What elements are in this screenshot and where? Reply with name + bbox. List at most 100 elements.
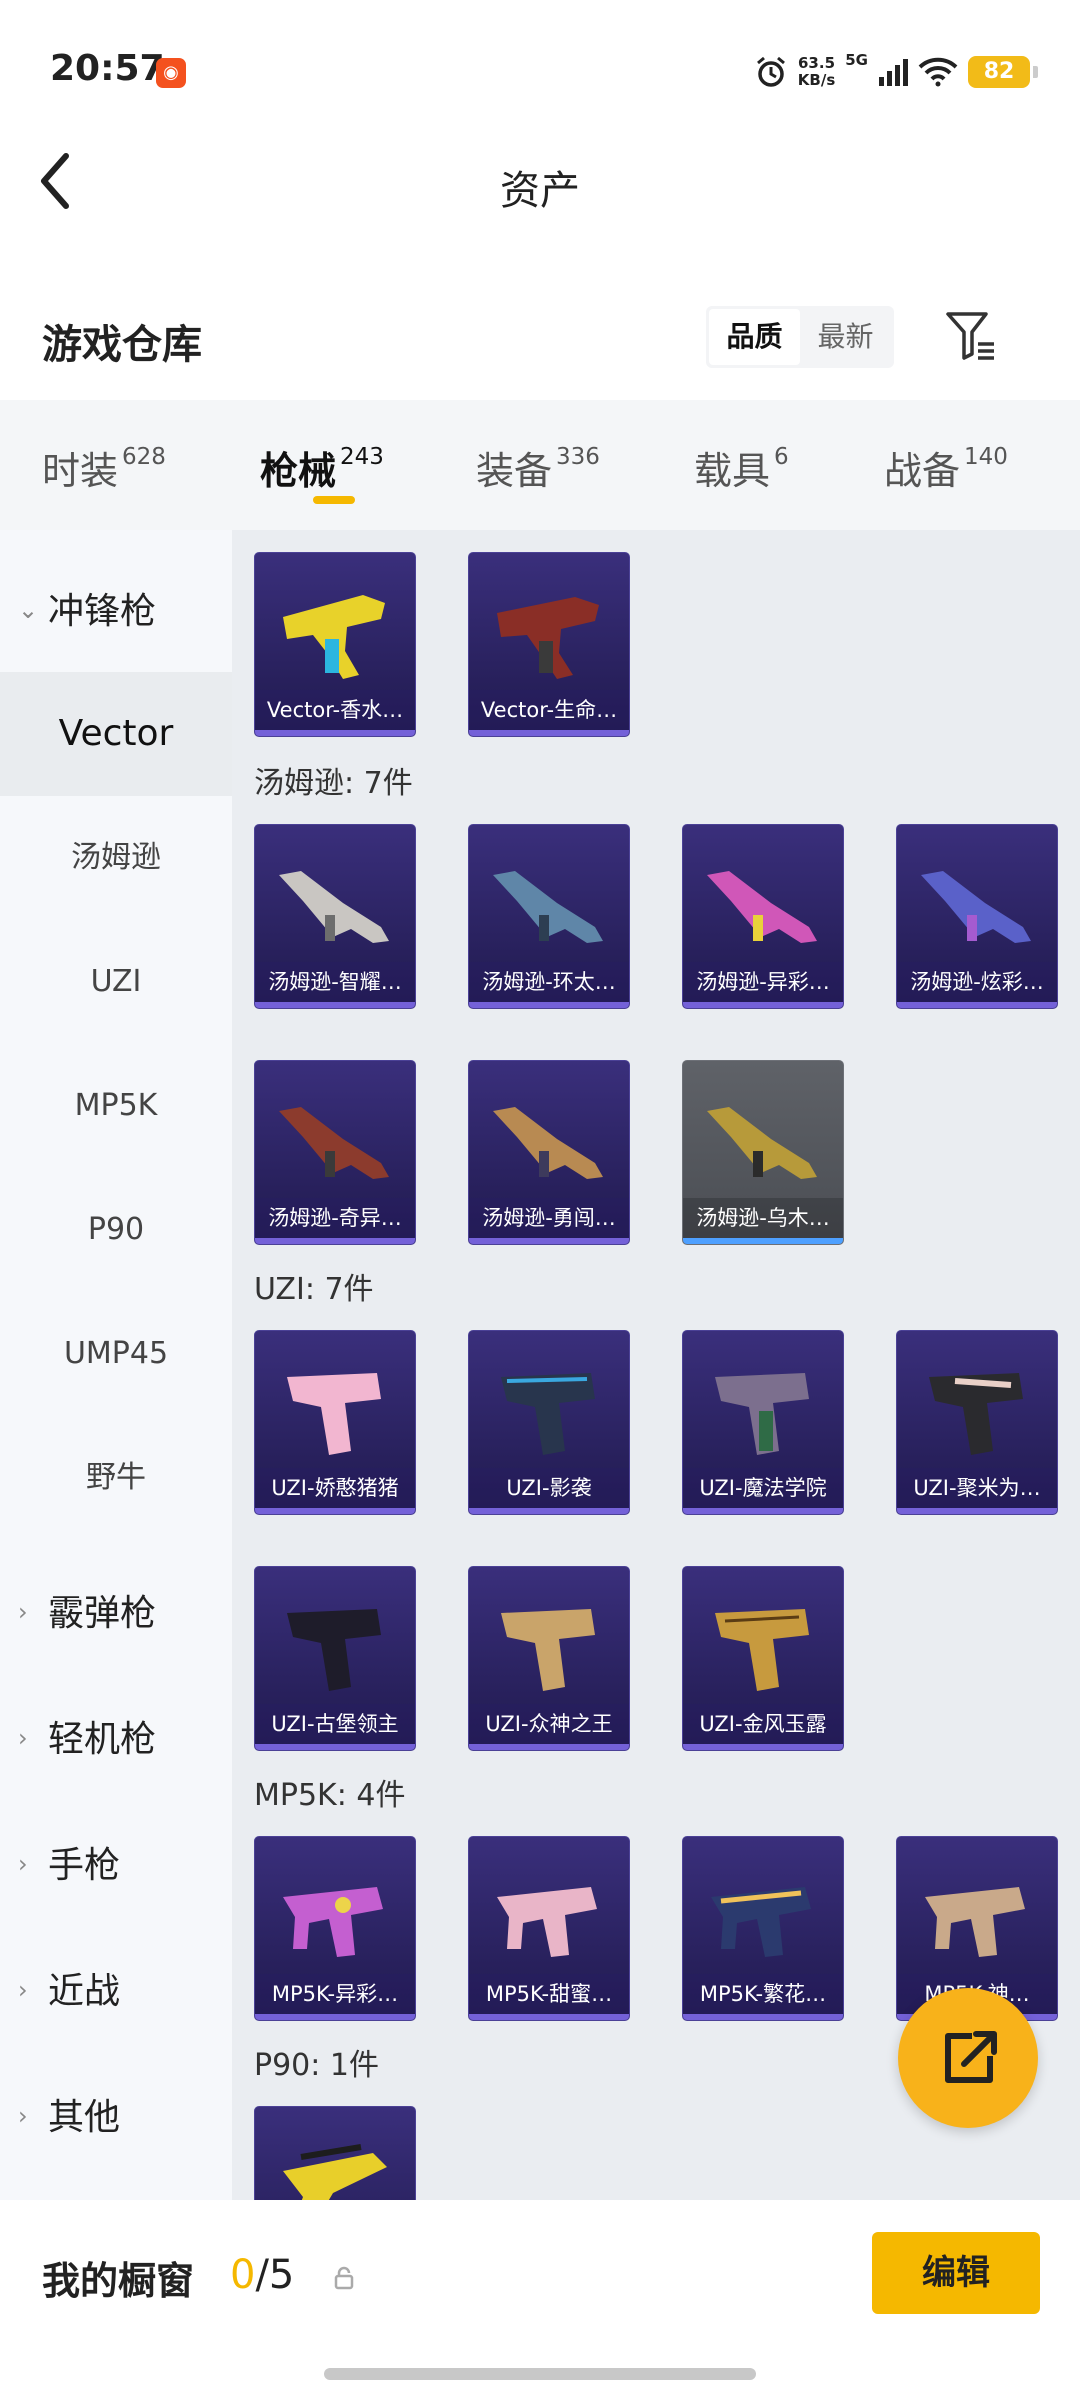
tab-label: 战备: [884, 449, 961, 493]
sidebar-group-label: 近战: [48, 1971, 121, 2012]
gun-image: [283, 595, 385, 679]
tab-active-indicator: [313, 496, 355, 504]
item-card[interactable]: 汤姆逊-智耀…: [254, 824, 416, 1009]
tab-count: 628: [122, 444, 166, 471]
item-card[interactable]: UZI-魔法学院: [682, 1330, 844, 1515]
item-card[interactable]: 汤姆逊-环太…: [468, 824, 630, 1009]
item-name: MP5K-繁花…: [683, 1974, 843, 2014]
tab-firearms[interactable]: 枪械 243: [260, 440, 384, 495]
section-label-uzi: UZI: 7件: [254, 1272, 374, 1307]
gun-image: [707, 1107, 817, 1179]
item-name: 汤姆逊-奇异…: [255, 1198, 415, 1238]
item-card[interactable]: UZI-聚米为…: [896, 1330, 1058, 1515]
rarity-bar: [469, 2014, 629, 2020]
item-name: UZI-古堡领主: [255, 1704, 415, 1744]
item-name: Vector-香水…: [255, 690, 415, 730]
item-card[interactable]: 汤姆逊-勇闯…: [468, 1060, 630, 1245]
share-fab-button[interactable]: [898, 1988, 1038, 2128]
sidebar-item-ump45[interactable]: UMP45: [0, 1292, 232, 1416]
sort-quality-button[interactable]: 品质: [709, 309, 800, 365]
lock-icon: [334, 2266, 354, 2290]
sort-newest-button[interactable]: 最新: [800, 309, 891, 365]
tab-equipment[interactable]: 装备 336: [476, 440, 600, 495]
item-card[interactable]: MP5K-繁花…: [682, 1836, 844, 2021]
item-card[interactable]: UZI-众神之王: [468, 1566, 630, 1751]
rarity-bar: [255, 2014, 415, 2020]
item-card[interactable]: [254, 2106, 416, 2200]
item-name: 汤姆逊-智耀…: [255, 962, 415, 1002]
sort-toggle: 品质 最新: [706, 306, 894, 368]
rarity-bar: [255, 1744, 415, 1750]
item-card[interactable]: 汤姆逊-炫彩…: [896, 824, 1058, 1009]
showcase-count: 0/5: [230, 2252, 294, 2298]
sidebar-group-shotgun[interactable]: › 霰弹枪: [18, 1584, 156, 1644]
item-card[interactable]: 汤姆逊-奇异…: [254, 1060, 416, 1245]
app-root: 20:57 ◉ 63.5 KB/s 5G 82 资产 游戏仓库 品质 最新 时装…: [0, 0, 1080, 2400]
item-card[interactable]: UZI-金风玉露: [682, 1566, 844, 1751]
rarity-bar: [683, 1508, 843, 1514]
sidebar-group-label: 轻机枪: [48, 1719, 157, 1760]
item-card[interactable]: Vector-香水…: [254, 552, 416, 737]
item-card[interactable]: UZI-影袭: [468, 1330, 630, 1515]
gun-image: [497, 597, 599, 679]
sidebar-group-label: 霰弹枪: [48, 1593, 157, 1634]
sidebar-group-other[interactable]: › 其他: [18, 2088, 120, 2148]
item-card[interactable]: UZI-娇憨猪猪: [254, 1330, 416, 1515]
item-name: UZI-娇憨猪猪: [255, 1468, 415, 1508]
item-name: MP5K-甜蜜…: [469, 1974, 629, 2014]
sidebar-group-pistol[interactable]: › 手枪: [18, 1836, 120, 1896]
tab-fashion[interactable]: 时装 628: [42, 440, 166, 495]
sidebar-item-vector[interactable]: Vector: [0, 672, 232, 796]
net-speed: 63.5 KB/s: [798, 55, 835, 89]
gun-image: [287, 1609, 381, 1691]
sidebar-group-label: 手枪: [48, 1845, 121, 1886]
item-card[interactable]: UZI-古堡领主: [254, 1566, 416, 1751]
gun-image: [715, 1609, 809, 1691]
filter-icon[interactable]: [944, 308, 1000, 364]
sidebar-group-lmg[interactable]: › 轻机枪: [18, 1710, 156, 1770]
rarity-bar: [683, 1238, 843, 1244]
sidebar-item-mp5k[interactable]: MP5K: [0, 1044, 232, 1168]
home-indicator[interactable]: [324, 2368, 756, 2380]
tab-supplies[interactable]: 战备 140: [884, 440, 1008, 495]
notification-icon: ◉: [156, 58, 186, 88]
chevron-right-icon: ›: [18, 2102, 28, 2130]
gun-image: [501, 1609, 595, 1691]
rarity-bar: [469, 1238, 629, 1244]
item-name: 汤姆逊-乌木…: [683, 1198, 843, 1238]
item-card[interactable]: 汤姆逊-乌木…: [682, 1060, 844, 1245]
sidebar-group-smg[interactable]: ⌄ 冲锋枪: [18, 582, 156, 642]
sidebar-item-uzi[interactable]: UZI: [0, 920, 232, 1044]
item-name: 汤姆逊-勇闯…: [469, 1198, 629, 1238]
chevron-right-icon: ›: [18, 1850, 28, 1878]
tab-count: 243: [340, 444, 384, 471]
edit-button[interactable]: 编辑: [872, 2232, 1040, 2314]
item-card[interactable]: MP5K-异彩…: [254, 1836, 416, 2021]
item-name: MP5K-异彩…: [255, 1974, 415, 2014]
sidebar-item-thompson[interactable]: 汤姆逊: [0, 796, 232, 920]
sidebar-group-melee[interactable]: › 近战: [18, 1962, 120, 2022]
net-speed-value: 63.5: [798, 54, 836, 72]
gun-image: [929, 1373, 1023, 1455]
sidebar-item-p90[interactable]: P90: [0, 1168, 232, 1292]
gun-image: [715, 1373, 809, 1455]
section-label-thompson: 汤姆逊: 7件: [254, 766, 413, 801]
tab-vehicles[interactable]: 载具 6: [694, 440, 789, 495]
status-time: 20:57: [50, 48, 165, 89]
item-card[interactable]: 汤姆逊-异彩…: [682, 824, 844, 1009]
item-name: 汤姆逊-异彩…: [683, 962, 843, 1002]
gun-image: [287, 1373, 381, 1455]
gun-image: [711, 1887, 811, 1957]
page-title: 资产: [500, 168, 580, 214]
wifi-icon: [918, 57, 958, 87]
tab-label: 载具: [694, 449, 771, 493]
gun-image: [707, 871, 817, 943]
section-label-p90: P90: 1件: [254, 2048, 379, 2083]
status-right-group: 63.5 KB/s 5G 82: [754, 50, 1038, 94]
item-card[interactable]: Vector-生命…: [468, 552, 630, 737]
tab-count: 140: [964, 444, 1008, 471]
tab-label: 装备: [476, 449, 553, 493]
sidebar-group-label: 其他: [48, 2097, 121, 2138]
sidebar-item-bison[interactable]: 野牛: [0, 1416, 232, 1540]
item-card[interactable]: MP5K-甜蜜…: [468, 1836, 630, 2021]
